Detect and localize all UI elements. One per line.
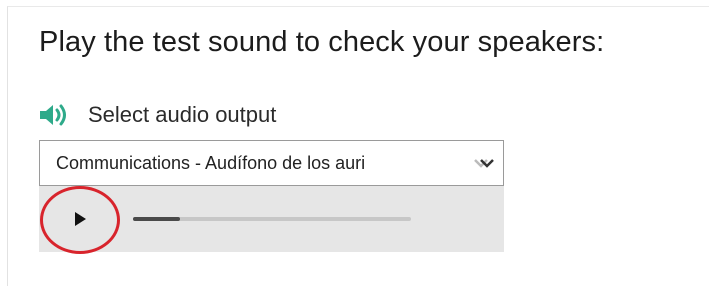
audio-progress-track[interactable] [133,217,411,221]
speaker-icon [38,103,70,127]
audio-progress-fill [133,217,181,221]
play-icon [75,212,86,226]
audio-output-selected-value: Communications - Audífono de los auri [56,152,366,173]
audio-output-select[interactable]: Communications - Audífono de los auri [39,140,504,186]
chevron-down-icon [473,155,495,171]
audio-output-label: Select audio output [88,102,277,127]
play-button[interactable] [69,208,91,230]
audio-output-header: Select audio output [38,98,276,132]
audio-player [39,186,504,252]
page-title: Play the test sound to check your speake… [39,26,605,58]
